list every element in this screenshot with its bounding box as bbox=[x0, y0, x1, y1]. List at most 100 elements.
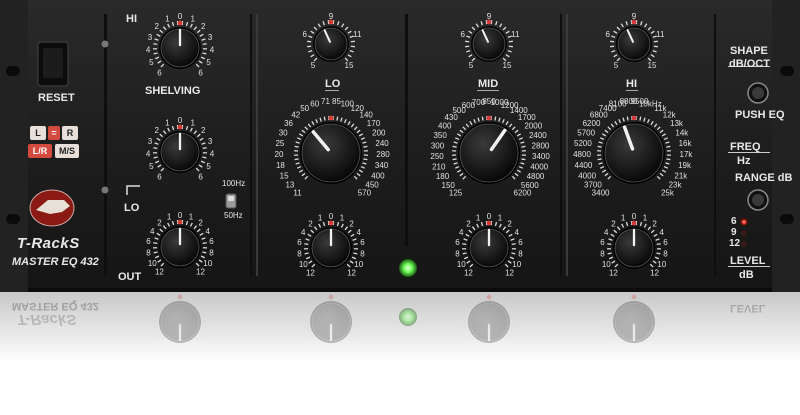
lo-frequency-switch-lever bbox=[228, 196, 234, 201]
lo-frequency-scale: 280 bbox=[376, 150, 390, 159]
mid-shape-scale: 9 bbox=[487, 12, 492, 21]
mid-frequency-scale: 180 bbox=[436, 172, 450, 181]
push-eq-button-cap bbox=[752, 87, 764, 99]
knob-tick bbox=[453, 146, 457, 147]
hi-band-label: HI bbox=[626, 79, 637, 90]
range-led-9 bbox=[741, 230, 747, 236]
hi-gain-scale: 10 bbox=[602, 260, 611, 269]
knob-tick bbox=[353, 327, 357, 328]
range-led-12 bbox=[741, 241, 747, 247]
hi-gain-scale: 1 bbox=[643, 214, 648, 223]
knob-tick bbox=[511, 253, 515, 254]
knob-center-marker bbox=[487, 221, 492, 226]
hi-shelf-gain-scale: 3 bbox=[208, 33, 213, 42]
lo-shelf-gain-scale: 0 bbox=[178, 116, 183, 125]
knob-tick bbox=[203, 148, 207, 149]
knob-center-marker bbox=[632, 221, 637, 226]
hi-gain-scale: 6 bbox=[663, 238, 668, 247]
knob-tick bbox=[607, 318, 611, 319]
rack-slot-top-right bbox=[780, 66, 794, 76]
output-level-scale: 1 bbox=[189, 213, 194, 222]
divider-2b bbox=[256, 14, 258, 276]
mid-gain-scale: 1 bbox=[498, 214, 503, 223]
reset-label: RESET bbox=[38, 93, 75, 104]
knob-center-marker bbox=[178, 295, 183, 300]
knob-tick bbox=[304, 244, 308, 245]
mid-frequency-scale: 6200 bbox=[514, 189, 532, 198]
switch-100hz-label: 100Hz bbox=[222, 180, 245, 188]
mid-frequency-scale: 4800 bbox=[527, 172, 545, 181]
output-level-scale: 10 bbox=[148, 259, 157, 268]
knob-tick bbox=[203, 243, 207, 244]
knob-center-marker bbox=[178, 220, 183, 225]
lo-shape-scale: 9 bbox=[329, 12, 334, 21]
knob-tick bbox=[304, 318, 308, 319]
output-level-scale: 2 bbox=[157, 218, 162, 227]
hi-frequency-scale: 16k bbox=[679, 139, 693, 148]
lo-shelf-gain-scale: 5 bbox=[149, 162, 154, 171]
mid-frequency-scale: 210 bbox=[432, 162, 446, 171]
output-level-scale: 0 bbox=[178, 211, 183, 220]
lo-gain-scale: 12 bbox=[306, 268, 315, 277]
lo-gain-scale: 1 bbox=[318, 214, 323, 223]
level-label: LEVEL bbox=[730, 256, 765, 267]
lo-shelf-gain-scale: 1 bbox=[190, 118, 195, 127]
divider-1 bbox=[104, 14, 107, 276]
knob-tick bbox=[521, 159, 525, 160]
hi-gain-scale: 0 bbox=[632, 212, 637, 221]
knob-tick bbox=[305, 327, 309, 328]
lo-gain-scale: 1 bbox=[340, 214, 345, 223]
mid-frequency-scale: 2800 bbox=[532, 141, 550, 150]
hi-gain-scale: 8 bbox=[663, 249, 668, 258]
knob-tick bbox=[608, 327, 612, 328]
lo-shelf-gain-scale: 4 bbox=[146, 150, 151, 159]
lo-frequency-scale: 20 bbox=[275, 150, 284, 159]
output-level-scale: 6 bbox=[209, 237, 214, 246]
mid-gain-scale: 2 bbox=[507, 219, 512, 228]
hi-gain-scale: 12 bbox=[650, 268, 659, 277]
knob-tick bbox=[453, 159, 457, 160]
link-button[interactable]: = bbox=[48, 126, 60, 140]
mid-gain-scale: 10 bbox=[457, 260, 466, 269]
knob-body bbox=[315, 28, 347, 60]
hi-frequency-scale: 13k bbox=[670, 119, 684, 128]
lo-shelf-gain-scale: 6 bbox=[198, 172, 203, 181]
knob-tick bbox=[153, 318, 157, 319]
screw-icon bbox=[102, 41, 109, 48]
out-label: OUT bbox=[118, 272, 141, 283]
knob-tick bbox=[598, 146, 602, 147]
hi-shelf-gain-scale: 6 bbox=[198, 68, 203, 77]
screw-icon bbox=[102, 187, 109, 194]
knob-tick bbox=[521, 146, 525, 147]
lo-frequency-scale: 570 bbox=[358, 189, 372, 198]
knob-tick bbox=[608, 253, 612, 254]
hi-shelf-gain-scale: 1 bbox=[165, 14, 170, 23]
knob-tick bbox=[463, 253, 467, 254]
output-level-scale: 8 bbox=[209, 248, 214, 257]
divider-4b bbox=[566, 14, 568, 276]
brand-name-reflection: T-RackS bbox=[17, 312, 76, 327]
mid-frequency-scale: 3400 bbox=[532, 152, 550, 161]
output-level-scale: 12 bbox=[155, 267, 164, 276]
ms-mode-button[interactable]: M/S bbox=[55, 144, 79, 158]
hi-shelf-gain-scale: 6 bbox=[157, 68, 162, 77]
lo-shape-scale: 6 bbox=[302, 30, 307, 39]
hi-shelf-gain-scale: 5 bbox=[149, 58, 154, 67]
knob-tick bbox=[202, 53, 206, 54]
mid-shape-scale: 15 bbox=[503, 61, 512, 70]
l-button[interactable]: L bbox=[30, 126, 46, 140]
r-button[interactable]: R bbox=[62, 126, 78, 140]
knob-tick bbox=[627, 117, 628, 121]
lo-frequency-scale: 340 bbox=[375, 161, 389, 170]
lr-mode-button[interactable]: L/R bbox=[28, 144, 52, 158]
knob-tick bbox=[462, 318, 466, 319]
hi-frequency-scale: 5200 bbox=[574, 139, 592, 148]
output-level-scale: 2 bbox=[198, 218, 203, 227]
output-level-scale: 4 bbox=[205, 227, 210, 236]
knob-tick bbox=[154, 53, 158, 54]
hi-shelf-gain-scale: 2 bbox=[154, 22, 159, 31]
knob-tick bbox=[512, 318, 516, 319]
hi-frequency-scale: 17k bbox=[680, 150, 694, 159]
mid-gain-scale: 8 bbox=[455, 249, 460, 258]
rack-slot-bottom-right bbox=[780, 214, 794, 224]
